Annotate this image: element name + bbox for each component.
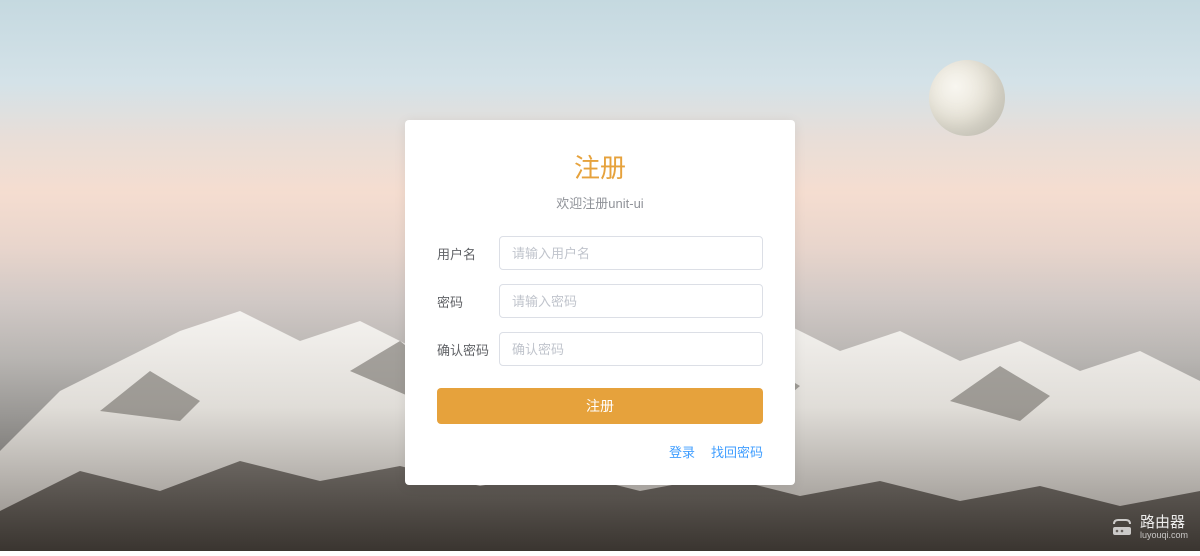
watermark-url: luyouqi.com [1140,531,1188,541]
confirm-password-input[interactable] [499,332,763,366]
watermark-title: 路由器 [1140,515,1188,532]
card-title: 注册 [437,148,763,185]
register-button[interactable]: 注册 [437,388,763,424]
password-row: 密码 [437,284,763,318]
watermark-text: 路由器 luyouqi.com [1140,515,1188,541]
watermark: 路由器 luyouqi.com [1110,515,1188,541]
username-input[interactable] [499,236,763,270]
password-input[interactable] [499,284,763,318]
register-card: 注册 欢迎注册unit-ui 用户名 密码 确认密码 注册 登录 找回密码 [405,120,795,485]
username-label: 用户名 [437,244,499,263]
card-links: 登录 找回密码 [437,442,763,461]
confirm-password-row: 确认密码 [437,332,763,366]
router-icon [1110,516,1134,540]
username-row: 用户名 [437,236,763,270]
moon-decoration [929,60,1005,136]
password-label: 密码 [437,292,499,311]
card-subtitle: 欢迎注册unit-ui [437,193,763,212]
forgot-password-link[interactable]: 找回密码 [711,442,763,461]
login-link[interactable]: 登录 [669,442,695,461]
confirm-password-label: 确认密码 [437,340,499,359]
